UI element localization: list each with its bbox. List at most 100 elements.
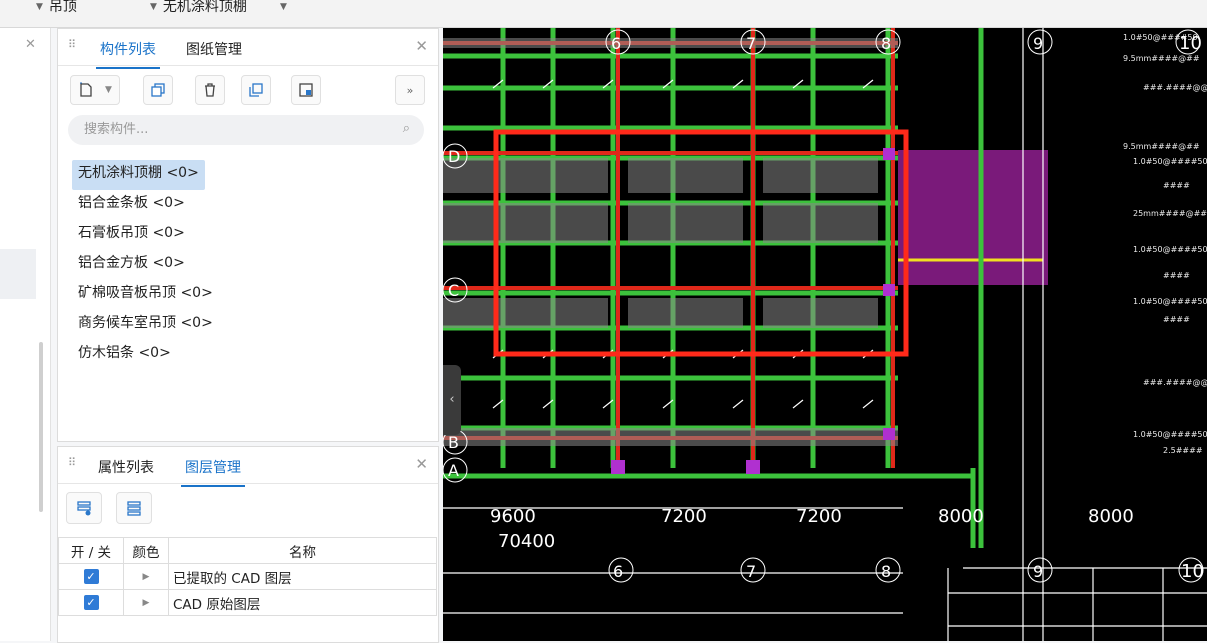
list-item[interactable]: 无机涂料顶棚 <0>: [72, 160, 205, 190]
svg-text:8000: 8000: [938, 506, 984, 527]
list-item[interactable]: 铝合金条板 <0>: [72, 190, 219, 220]
layer-name: 已提取的 CAD 图层: [168, 563, 437, 590]
more-icon: »: [406, 83, 414, 97]
top-toolbar: ▼ 吊顶 ▼ 无机涂料顶棚 ▼: [0, 0, 1207, 28]
show-layer-button[interactable]: [66, 492, 102, 524]
list-item[interactable]: 商务候车室吊顶 <0>: [72, 310, 219, 340]
close-icon[interactable]: ✕: [25, 37, 36, 52]
svg-text:####: ####: [1163, 315, 1190, 324]
layer-visibility-checkbox[interactable]: ✓: [83, 569, 99, 584]
svg-text:###.####@@##: ###.####@@##: [1143, 378, 1207, 387]
layer-copy-icon: [249, 83, 263, 97]
cad-drawing: 1.0#50@####50 9.5mm####@## ###.####@@## 9.…: [443, 28, 1207, 641]
svg-text:9: 9: [1033, 562, 1043, 581]
collapse-panel-handle[interactable]: ‹: [443, 365, 461, 435]
svg-text:7200: 7200: [796, 506, 842, 527]
column-header-toggle: 开 / 关: [58, 537, 124, 564]
category-dropdown-value: 吊顶: [48, 0, 77, 15]
component-list-panel: ⠿ 构件列表 图纸管理 ✕ ▼ » ⌕ 无机涂料顶棚 <0>: [57, 28, 439, 442]
list-item[interactable]: 矿棉吸音板吊顶 <0>: [72, 280, 219, 310]
more-button[interactable]: »: [395, 75, 425, 105]
layer-panel-tabs: ⠿ 属性列表 图层管理 ✕: [58, 447, 438, 487]
layer-table: 开 / 关 颜色 名称 ✓ ▶ 已提取的 CAD 图层 ✓ ▶ CAD 原始图层: [58, 537, 437, 616]
layer-management-panel: ⠿ 属性列表 图层管理 ✕ 开 / 关 颜色 名称 ✓ ▶ 已提取的 CAD 图…: [57, 446, 439, 643]
copy-icon: [151, 83, 165, 97]
component-dropdown[interactable]: ▼ 无机涂料顶棚: [150, 0, 247, 19]
svg-text:9.5mm####@##: 9.5mm####@##: [1123, 142, 1200, 151]
chevron-down-icon: ▼: [150, 2, 157, 12]
svg-text:1.0#50@####50: 1.0#50@####50: [1133, 157, 1207, 166]
save-button[interactable]: [291, 75, 321, 105]
new-component-icon: [80, 82, 92, 97]
svg-text:10: 10: [1181, 561, 1204, 582]
chevron-down-icon: ▼: [105, 85, 112, 95]
svg-text:9: 9: [1033, 34, 1043, 53]
svg-text:25mm####@##: 25mm####@##: [1133, 209, 1207, 218]
svg-text:1.0#50@####50: 1.0#50@####50: [1133, 430, 1207, 439]
svg-text:70400: 70400: [498, 531, 555, 552]
delete-icon: [205, 83, 215, 97]
layer-copy-button[interactable]: [241, 75, 271, 105]
chevron-down-icon: ▼: [280, 2, 287, 12]
svg-text:6: 6: [611, 34, 621, 53]
expand-arrow-icon[interactable]: ▶: [143, 598, 150, 608]
expand-arrow-icon[interactable]: ▶: [143, 572, 150, 582]
tab-layer-management[interactable]: 图层管理: [181, 457, 245, 487]
svg-text:8: 8: [881, 34, 891, 53]
list-item[interactable]: 石膏板吊顶 <0>: [72, 220, 219, 250]
tab-component-list[interactable]: 构件列表: [96, 39, 160, 69]
table-row[interactable]: ✓ ▶ CAD 原始图层: [58, 589, 437, 616]
search-icon[interactable]: ⌕: [403, 121, 410, 136]
layer-visibility-checkbox[interactable]: ✓: [83, 595, 99, 610]
chevron-left-icon: ‹: [449, 392, 455, 407]
svg-text:7: 7: [746, 562, 756, 581]
svg-text:###.####@@##: ###.####@@##: [1143, 83, 1207, 92]
search-input[interactable]: [82, 121, 386, 138]
cad-drawing-canvas[interactable]: 1.0#50@####50 9.5mm####@## ###.####@@## 9.…: [443, 28, 1207, 641]
svg-text:D: D: [448, 147, 460, 166]
svg-text:10: 10: [1179, 33, 1202, 54]
drag-handle-icon[interactable]: ⠿: [68, 456, 76, 469]
svg-text:C: C: [448, 281, 459, 300]
svg-text:9.5mm####@##: 9.5mm####@##: [1123, 54, 1200, 63]
svg-text:8: 8: [881, 562, 891, 581]
svg-text:####: ####: [1163, 271, 1190, 280]
column-header-color: 颜色: [123, 537, 169, 564]
component-list: 无机涂料顶棚 <0> 铝合金条板 <0> 石膏板吊顶 <0> 铝合金方板 <0>…: [72, 160, 219, 370]
close-icon[interactable]: ✕: [415, 37, 428, 55]
list-item[interactable]: 铝合金方板 <0>: [72, 250, 219, 280]
svg-text:2.5####: 2.5####: [1163, 446, 1203, 455]
component-search: ⌕: [68, 115, 424, 145]
component-panel-tabs: ⠿ 构件列表 图纸管理 ✕: [58, 29, 438, 69]
new-component-button[interactable]: ▼: [70, 75, 120, 105]
room-fill: [898, 150, 1048, 285]
scrollbar[interactable]: [39, 342, 43, 512]
svg-text:7: 7: [746, 34, 756, 53]
svg-text:6: 6: [613, 562, 623, 581]
save-icon: [299, 83, 313, 97]
svg-text:B: B: [448, 433, 459, 452]
drag-handle-icon[interactable]: ⠿: [68, 38, 76, 51]
close-icon[interactable]: ✕: [415, 455, 428, 473]
category-dropdown[interactable]: ▼ 吊顶: [36, 0, 77, 19]
hide-layer-button[interactable]: [116, 492, 152, 524]
list-item[interactable]: 仿木铝条 <0>: [72, 340, 219, 370]
layer-name: CAD 原始图层: [168, 589, 437, 616]
svg-text:7200: 7200: [661, 506, 707, 527]
tab-drawing-management[interactable]: 图纸管理: [186, 39, 242, 59]
delete-button[interactable]: [195, 75, 225, 105]
svg-text:####: ####: [1163, 181, 1190, 190]
component-dropdown-value: 无机涂料顶棚: [162, 0, 247, 15]
column-header-name: 名称: [168, 537, 437, 564]
tab-property-list[interactable]: 属性列表: [98, 457, 154, 477]
table-row[interactable]: ✓ ▶ 已提取的 CAD 图层: [58, 563, 437, 590]
chevron-down-icon: ▼: [36, 2, 43, 12]
layer-show-icon: [77, 501, 91, 516]
extra-dropdown[interactable]: ▼: [280, 0, 293, 19]
copy-button[interactable]: [143, 75, 173, 105]
svg-text:8000: 8000: [1088, 506, 1134, 527]
layer-hide-icon: [127, 501, 141, 516]
left-navigation-strip: ✕: [0, 28, 51, 641]
svg-text:9600: 9600: [490, 506, 536, 527]
selected-nav-band: [0, 249, 36, 299]
